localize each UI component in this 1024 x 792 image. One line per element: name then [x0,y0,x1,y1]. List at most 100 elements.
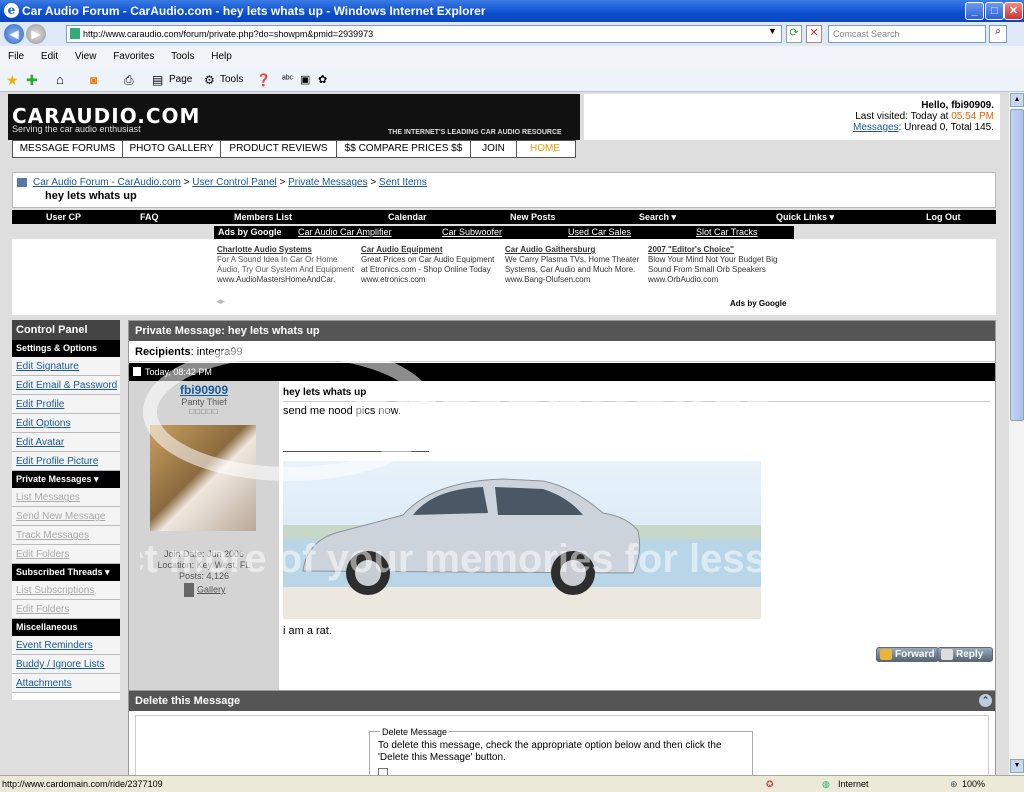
sender-location: Location: Key West, FL [157,560,251,570]
ad-unit[interactable]: Charlotte Audio Systems For A Sound Idea… [217,245,359,285]
nav-members-list[interactable]: Members List [234,210,292,224]
print-icon[interactable]: ⎙ [124,68,134,92]
help-icon[interactable]: ❓ [256,68,271,92]
url-dropdown-icon[interactable]: ▼ [768,26,777,36]
sidebar-item-list-messages[interactable]: List Messages [12,488,120,507]
delete-fieldset: Delete Message To delete this message, c… [369,726,753,775]
sidebar-item-send-message[interactable]: Send New Message [12,507,120,526]
scroll-up-icon[interactable]: ▲ [1010,93,1024,107]
nav-user-cp[interactable]: User CP [46,210,81,224]
sidebar-item-edit-profile-picture[interactable]: Edit Profile Picture [12,452,120,471]
add-favorite-icon[interactable]: ✚ [26,68,38,92]
gallery-link[interactable]: Gallery [175,583,235,597]
crumb-ucp[interactable]: User Control Panel [192,177,276,188]
search-input[interactable]: Comcast Search [828,25,986,43]
sender-username[interactable]: fbi90909 [129,383,279,397]
window-title-bar: e Car Audio Forum - CarAudio.com - hey l… [0,0,1024,22]
menu-tools[interactable]: Tools [171,51,194,62]
scroll-thumb[interactable] [1010,109,1024,421]
site-logo[interactable]: CARAUDIO.COM Serving the car audio enthu… [8,94,580,140]
vertical-scrollbar[interactable]: ▲ ▼ [1008,92,1024,775]
nav-compare-prices[interactable]: $$ COMPARE PRICES $$ [337,141,471,157]
nav-calendar[interactable]: Calendar [388,210,427,224]
nav-quick-links[interactable]: Quick Links ▾ [776,210,834,224]
ad-link-used-cars[interactable]: Used Car Sales [568,226,631,239]
favorites-star-icon[interactable]: ★ [6,68,19,92]
subject-divider [283,401,991,402]
nav-message-forums[interactable]: MESSAGE FORUMS [13,141,123,157]
minimize-button[interactable]: _ [965,2,984,20]
menu-help[interactable]: Help [211,51,232,62]
breadcrumb: Car Audio Forum - CarAudio.com > User Co… [12,172,996,208]
sidebar-item-track-messages[interactable]: Track Messages [12,526,120,545]
close-window-button[interactable]: ✕ [1004,2,1023,20]
research-icon[interactable]: ▣ [300,68,310,92]
status-zoom[interactable]: 100% [962,776,985,792]
nav-join[interactable]: JOIN [471,141,517,157]
ad-link-subwoofer[interactable]: Car Subwoofer [442,226,502,239]
sidebar-item-attachments[interactable]: Attachments [12,674,120,693]
ad-link-amplifier[interactable]: Car Audio Car Amplifier [298,226,392,239]
nav-home[interactable]: HOME [517,141,573,157]
messenger-icon[interactable]: ✿ [318,68,327,92]
back-button[interactable]: ◀ [4,24,24,44]
collapse-icon[interactable]: ⌃ [979,694,992,707]
sidebar-item-edit-profile[interactable]: Edit Profile [12,395,120,414]
nav-log-out[interactable]: Log Out [926,210,961,224]
ad-link-slot-car[interactable]: Slot Car Tracks [696,226,758,239]
security-icon[interactable]: ✪ [766,776,774,792]
stop-icon[interactable]: ✕ [806,25,822,43]
ad-title[interactable]: Car Audio Equipment [361,245,503,255]
sidebar-section-settings[interactable]: Settings & Options [12,340,120,357]
signature-car-image[interactable] [283,461,761,619]
nav-photo-gallery[interactable]: PHOTO GALLERY [123,141,221,157]
ad-title[interactable]: Charlotte Audio Systems [217,245,359,255]
refresh-icon[interactable]: ⟳ [786,25,802,43]
sidebar-item-event-reminders[interactable]: Event Reminders [12,636,120,655]
nav-search[interactable]: Search ▾ [639,210,676,224]
crumb-pm[interactable]: Private Messages [288,177,367,188]
sidebar-item-buddy-lists[interactable]: Buddy / Ignore Lists [12,655,120,674]
home-icon[interactable]: ⌂ [56,68,64,92]
sidebar-item-edit-options[interactable]: Edit Options [12,414,120,433]
signature-divider [283,451,429,452]
sidebar-item-edit-sub-folders[interactable]: Edit Folders [12,600,120,619]
nav-new-posts[interactable]: New Posts [510,210,556,224]
url-input[interactable]: http://www.caraudio.com/forum/private.ph… [66,25,782,43]
sidebar-item-list-subscriptions[interactable]: List Subscriptions [12,581,120,600]
sidebar-item-edit-folders[interactable]: Edit Folders [12,545,120,564]
messages-link[interactable]: Messages [853,122,899,133]
ad-unit[interactable]: 2007 "Editor's Choice" Blow Your Mind No… [648,245,790,285]
sidebar-section-pm[interactable]: Private Messages ▾ [12,471,120,488]
spellcheck-icon[interactable]: ᵃᵇᶜ [282,68,293,92]
ad-pager-arrows[interactable]: ◂▸ [216,296,225,307]
reply-button[interactable]: Reply [937,647,993,662]
menu-file[interactable]: File [8,51,24,62]
sidebar-item-edit-signature[interactable]: Edit Signature [12,357,120,376]
menu-favorites[interactable]: Favorites [113,51,154,62]
tools-menu[interactable]: Tools [220,68,243,92]
delete-checkbox[interactable] [378,768,388,775]
scroll-down-icon[interactable]: ▼ [1010,759,1024,773]
feeds-icon[interactable]: ◙ [90,68,97,92]
ad-title[interactable]: 2007 "Editor's Choice" [648,245,790,255]
maximize-button[interactable]: □ [985,2,1004,20]
forward-button[interactable]: ▶ [26,24,46,44]
nav-product-reviews[interactable]: PRODUCT REVIEWS [221,141,337,157]
menu-view[interactable]: View [75,51,97,62]
sidebar-section-subscribed[interactable]: Subscribed Threads ▾ [12,564,120,581]
nav-faq[interactable]: FAQ [140,210,159,224]
crumb-sent[interactable]: Sent Items [379,177,427,188]
crumb-forum[interactable]: Car Audio Forum - CarAudio.com [33,177,181,188]
ad-title[interactable]: Car Audio Gaithersburg [505,245,647,255]
sidebar-item-edit-email[interactable]: Edit Email & Password [12,376,120,395]
menu-edit[interactable]: Edit [41,51,58,62]
page-menu[interactable]: Page [169,68,192,92]
sidebar-item-edit-avatar[interactable]: Edit Avatar [12,433,120,452]
ad-unit[interactable]: Car Audio Gaithersburg We Carry Plasma T… [505,245,647,285]
address-bar: ◀ ▶ http://www.caraudio.com/forum/privat… [0,22,1024,46]
search-icon[interactable]: ⌕ [989,25,1007,43]
sender-avatar[interactable] [150,425,256,531]
forward-button[interactable]: Forward [876,647,940,662]
ad-unit[interactable]: Car Audio Equipment Great Prices on Car … [361,245,503,285]
